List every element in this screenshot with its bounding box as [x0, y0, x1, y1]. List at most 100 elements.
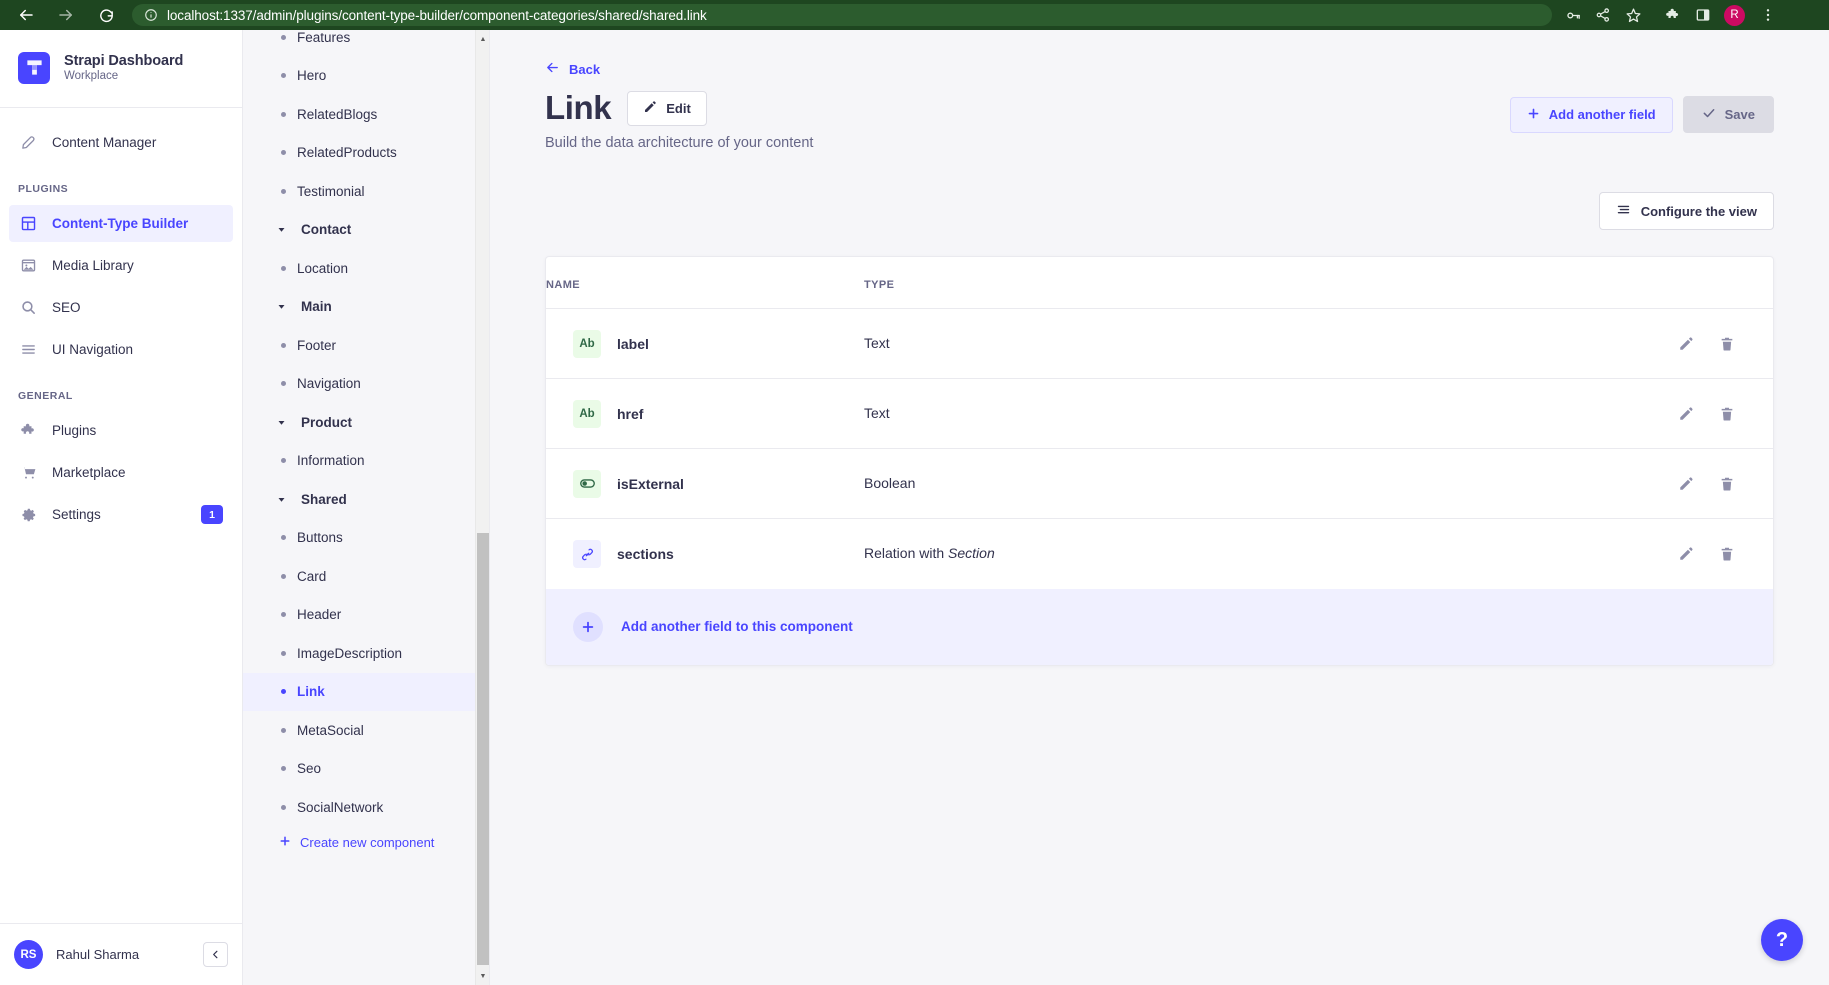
password-key-icon[interactable] — [1558, 3, 1588, 27]
component-list-scrollbar[interactable]: ▲ ▼ — [475, 30, 489, 985]
configure-row: Configure the view — [545, 192, 1774, 231]
component-item-information[interactable]: Information — [243, 442, 489, 481]
component-group-shared[interactable]: Shared — [243, 480, 489, 519]
pencil-icon[interactable] — [1678, 336, 1694, 352]
cell-name: Ab href — [546, 378, 864, 450]
field-type-target: Section — [948, 545, 995, 562]
reload-icon[interactable] — [94, 3, 118, 27]
trash-icon[interactable] — [1719, 406, 1735, 422]
fields-card: NAME TYPE Ab label Text Ab href Text isExterna… — [545, 256, 1774, 666]
address-bar[interactable]: localhost:1337/admin/plugins/content-typ… — [132, 4, 1552, 26]
edit-label: Edit — [666, 100, 691, 116]
page-title-block: Link Edit Build the data architecture of… — [545, 89, 813, 151]
component-item-features[interactable]: Features — [243, 30, 489, 57]
back-arrow-icon[interactable] — [14, 3, 38, 27]
component-item-socialnetwork[interactable]: SocialNetwork — [243, 788, 489, 827]
component-item-imagedescription[interactable]: ImageDescription — [243, 634, 489, 673]
puzzle-icon — [19, 421, 38, 440]
sidebar-item-ui-navigation[interactable]: UI Navigation — [9, 331, 233, 368]
pencil-icon[interactable] — [1678, 546, 1694, 562]
search-icon — [19, 298, 38, 317]
component-list-panel: Features Hero RelatedBlogs RelatedProducts T… — [243, 30, 490, 985]
component-item-header[interactable]: Header — [243, 596, 489, 635]
scroll-up-arrow-icon[interactable]: ▲ — [476, 32, 489, 46]
forward-arrow-icon[interactable] — [54, 3, 78, 27]
add-another-field-button[interactable]: Add another field — [1509, 96, 1673, 133]
create-new-component-button[interactable]: Create new component — [243, 827, 489, 858]
field-type-text: Text — [864, 404, 890, 421]
field-type: Text — [864, 405, 890, 421]
side-panel-icon[interactable] — [1688, 3, 1718, 27]
component-item-label: Seo — [297, 761, 322, 777]
three-dot-menu-icon[interactable] — [1753, 3, 1783, 27]
add-another-field-to-component-button[interactable]: Add another field to this component — [546, 588, 1773, 665]
table-row[interactable]: isExternal Boolean — [546, 448, 1773, 520]
component-item-metasocial[interactable]: MetaSocial — [243, 711, 489, 750]
bullet-icon — [281, 73, 286, 79]
settings-badge: 1 — [201, 505, 223, 524]
text-ab-icon: Ab — [573, 399, 601, 428]
browser-toolbar-actions: R — [1558, 3, 1783, 27]
bullet-icon — [281, 381, 286, 387]
pencil-icon[interactable] — [1678, 406, 1694, 422]
site-info-icon[interactable] — [144, 8, 158, 22]
component-list-items: Features Hero RelatedBlogs RelatedProducts T… — [243, 30, 489, 858]
trash-icon[interactable] — [1719, 546, 1735, 562]
table-row[interactable]: Ab href Text — [546, 378, 1773, 450]
sidebar-item-seo[interactable]: SEO — [9, 289, 233, 326]
field-name: label — [617, 335, 649, 352]
back-link[interactable]: Back — [545, 60, 1774, 78]
edit-button[interactable]: Edit — [627, 90, 707, 126]
trash-icon[interactable] — [1719, 476, 1735, 492]
table-header-row: NAME TYPE — [546, 257, 1773, 310]
profile-avatar[interactable]: R — [1724, 4, 1745, 26]
component-item-location[interactable]: Location — [243, 249, 489, 288]
chevron-down-icon — [277, 225, 286, 234]
component-item-link[interactable]: Link — [243, 672, 489, 711]
component-item-buttons[interactable]: Buttons — [243, 519, 489, 558]
chevron-left-icon[interactable] — [203, 942, 228, 967]
configure-the-view-button[interactable]: Configure the view — [1598, 192, 1774, 231]
save-button[interactable]: Save — [1682, 96, 1774, 133]
component-item-hero[interactable]: Hero — [243, 57, 489, 96]
component-group-product[interactable]: Product — [243, 403, 489, 442]
text-ab-icon: Ab — [573, 329, 601, 358]
component-item-seo[interactable]: Seo — [243, 750, 489, 789]
bookmark-star-icon[interactable] — [1618, 3, 1648, 27]
sidebar-item-marketplace[interactable]: Marketplace — [9, 454, 233, 491]
scrollbar-thumb[interactable] — [477, 533, 489, 965]
bullet-icon — [281, 689, 286, 695]
table-row[interactable]: sections Relation with Section — [546, 519, 1773, 589]
sidebar-item-settings[interactable]: Settings 1 — [9, 496, 233, 533]
component-item-footer[interactable]: Footer — [243, 326, 489, 365]
component-item-label: Buttons — [297, 530, 343, 546]
component-item-label: Hero — [297, 68, 327, 84]
component-group-main[interactable]: Main — [243, 288, 489, 327]
sidebar-item-content-type-builder[interactable]: Content-Type Builder — [9, 205, 233, 242]
component-item-testimonial[interactable]: Testimonial — [243, 172, 489, 211]
component-group-contact[interactable]: Contact — [243, 211, 489, 250]
sidebar-item-media-library[interactable]: Media Library — [9, 247, 233, 284]
cell-name: isExternal — [546, 448, 864, 520]
component-item-navigation[interactable]: Navigation — [243, 365, 489, 404]
share-icon[interactable] — [1588, 3, 1618, 27]
main-content: Back Link Edit Build the data architectu… — [490, 30, 1829, 985]
component-group-label: Shared — [301, 491, 347, 507]
table-row[interactable]: Ab label Text — [546, 308, 1773, 380]
scroll-down-arrow-icon[interactable]: ▼ — [476, 969, 489, 983]
extensions-puzzle-icon[interactable] — [1658, 3, 1688, 27]
brand-header[interactable]: Strapi Dashboard Workplace — [0, 30, 242, 108]
component-item-relatedproducts[interactable]: RelatedProducts — [243, 134, 489, 173]
trash-icon[interactable] — [1719, 336, 1735, 352]
component-item-card[interactable]: Card — [243, 557, 489, 596]
sidebar-item-plugins[interactable]: Plugins — [9, 412, 233, 449]
sidebar-item-content-manager[interactable]: Content Manager — [9, 124, 233, 161]
avatar[interactable]: RS — [14, 940, 43, 969]
bullet-icon — [281, 573, 286, 579]
component-item-relatedblogs[interactable]: RelatedBlogs — [243, 95, 489, 134]
pencil-icon[interactable] — [1678, 476, 1694, 492]
bullet-icon — [281, 650, 286, 656]
cell-actions — [1593, 519, 1773, 589]
help-button[interactable]: ? — [1761, 919, 1803, 961]
page-header: Link Edit Build the data architecture of… — [545, 89, 1774, 151]
